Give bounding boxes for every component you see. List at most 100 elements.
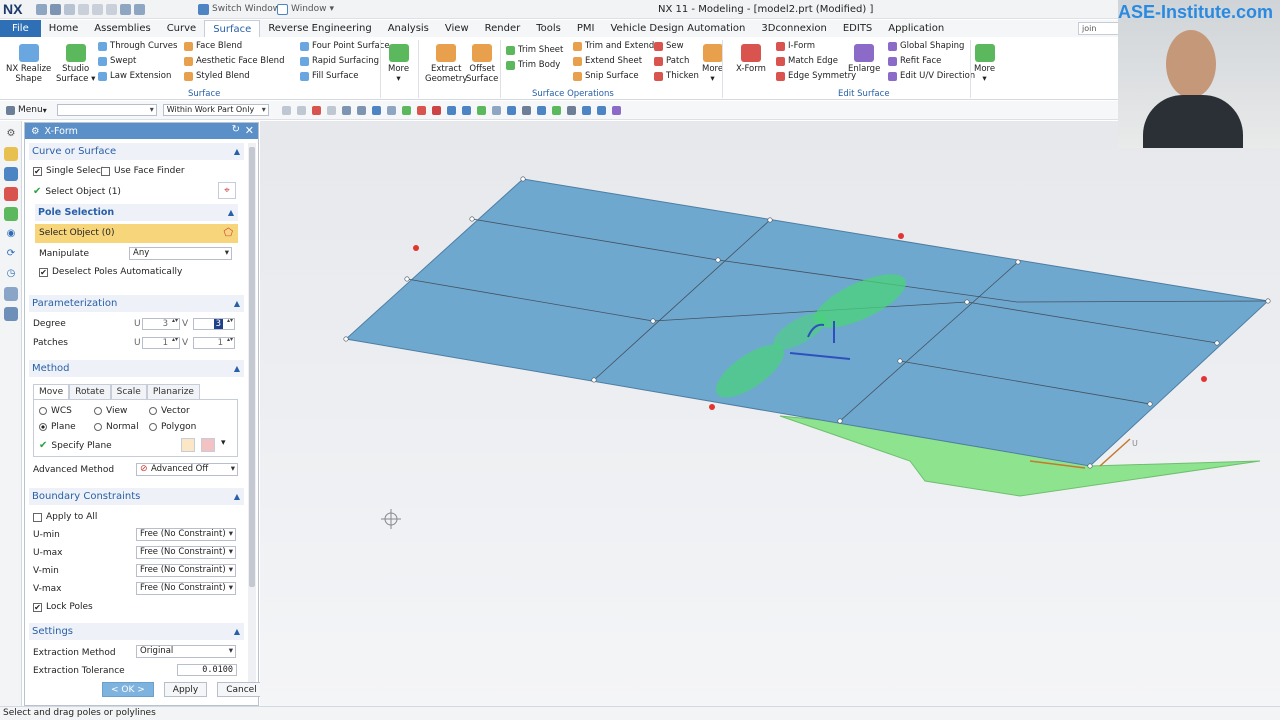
apply-to-all-checkbox[interactable]: Apply to All [33,512,97,522]
touch-mode-icon[interactable] [134,3,145,15]
ribbon-face-blend-button[interactable]: Face Blend [184,41,242,51]
snap-tool-icon[interactable] [386,105,396,115]
tab-assemblies[interactable]: Assemblies [86,20,158,37]
tab-analysis[interactable]: Analysis [380,20,437,37]
tab-pmi[interactable]: PMI [569,20,603,37]
scope-dropdown[interactable]: Within Work Part Only [162,104,269,116]
ribbon-offset-4-button[interactable]: Offset Surface [466,44,498,84]
snap-tool-icon[interactable] [506,105,516,115]
reuse-library-icon[interactable] [4,207,18,221]
snap-tool-icon[interactable] [371,105,381,115]
ribbon-studio-1-button[interactable]: Studio Surface ▾ [56,44,95,84]
snap-tool-icon[interactable] [341,105,351,115]
snap-tool-icon[interactable] [281,105,291,115]
tab-move[interactable]: Move [33,384,70,399]
paste-icon[interactable] [106,3,117,15]
section-curve-or-surface[interactable]: Curve or Surface [29,143,244,160]
extraction-tolerance-input[interactable]: 0.0100 [177,664,237,676]
radio-normal[interactable]: Normal [94,422,139,432]
ribbon-fill-surface-button[interactable]: Fill Surface [300,71,358,81]
section-settings[interactable]: Settings [29,623,244,640]
tab-view[interactable]: View [437,20,477,37]
ribbon-trim-and-extend-button[interactable]: Trim and Extend [573,41,654,51]
snap-tool-icon[interactable] [461,105,471,115]
degree-v-input[interactable]: 3 [193,318,235,330]
section-pole-selection[interactable]: Pole Selection [35,204,238,221]
snap-tool-icon[interactable] [311,105,321,115]
lock-poles-checkbox[interactable]: ✔ Lock Poles [33,602,93,612]
vmin-dropdown[interactable]: Free (No Constraint) [136,564,236,577]
tab-edits[interactable]: EDITS [835,20,880,37]
section-boundary-constraints[interactable]: Boundary Constraints [29,488,244,505]
snap-tool-icon[interactable] [446,105,456,115]
use-face-finder-checkbox[interactable]: Use Face Finder [101,166,185,176]
ribbon-more-8-button[interactable]: More ▾ [974,44,995,84]
ribbon-swept-button[interactable]: Swept [98,56,136,66]
ribbon-thicken-button[interactable]: Thicken [654,71,699,81]
save-icon[interactable] [36,3,47,15]
ribbon-trim-sheet-button[interactable]: Trim Sheet [506,45,563,55]
snap-tool-icon[interactable] [611,105,621,115]
copy-icon[interactable] [92,3,103,15]
select-object-curve[interactable]: ✔ Select Object (1) [33,186,121,197]
radio-polygon[interactable]: Polygon [149,422,196,432]
radio-view[interactable]: View [94,406,127,416]
ribbon-snip-surface-button[interactable]: Snip Surface [573,71,639,81]
ribbon-x-form-6-button[interactable]: X-Form [736,44,766,74]
umax-dropdown[interactable]: Free (No Constraint) [136,546,236,559]
patches-u-input[interactable]: 1 [142,337,180,349]
web-browser-icon[interactable]: ◉ [4,227,18,241]
cut-icon[interactable] [78,3,89,15]
tab-rotate[interactable]: Rotate [69,384,111,399]
ribbon-styled-blend-button[interactable]: Styled Blend [184,71,250,81]
manipulate-dropdown[interactable]: Any [129,247,232,260]
tab-render[interactable]: Render [477,20,529,37]
snap-tool-icon[interactable] [401,105,411,115]
ribbon-aesthetic-face-blend-button[interactable]: Aesthetic Face Blend [184,56,284,66]
advanced-method-dropdown[interactable]: ⊘ Advanced Off [136,463,238,476]
close-icon[interactable]: ✕ [245,124,254,137]
redo-icon[interactable] [64,3,75,15]
command-finder-input[interactable]: join [1078,22,1120,35]
history-icon[interactable]: ⟳ [4,247,18,261]
ribbon-global-shaping-button[interactable]: Global Shaping [888,41,964,51]
snap-tool-icon[interactable] [536,105,546,115]
snap-tool-icon[interactable] [581,105,591,115]
tab-3dconnexion[interactable]: 3Dconnexion [753,20,834,37]
ribbon-more-2-button[interactable]: More ▾ [388,44,409,84]
dialog-gear-icon[interactable]: ⚙ [31,126,40,137]
section-parameterization[interactable]: Parameterization [29,295,244,312]
tab-file[interactable]: File [0,20,41,37]
part-navigator-icon[interactable] [4,147,18,161]
ribbon-edge-symmetry-button[interactable]: Edge Symmetry [776,71,856,81]
snap-tool-icon[interactable] [296,105,306,115]
ribbon-i-form-button[interactable]: I-Form [776,41,815,51]
ribbon-patch-button[interactable]: Patch [654,56,689,66]
undo-icon[interactable] [50,3,61,15]
tab-curve[interactable]: Curve [159,20,205,37]
ribbon-nx-realize-0-button[interactable]: NX Realize Shape [6,44,51,84]
degree-u-input[interactable]: 3 [142,318,180,330]
ribbon-enlarge-7-button[interactable]: Enlarge [848,44,880,74]
ribbon-law-extension-button[interactable]: Law Extension [98,71,171,81]
tab-planarize[interactable]: Planarize [146,384,200,399]
apply-button[interactable]: Apply [163,682,208,697]
assembly-navigator-icon[interactable] [4,167,18,181]
window-button[interactable]: Window ▾ [277,3,334,15]
clock-icon[interactable]: ◷ [4,267,18,281]
ok-button[interactable]: < OK > [102,682,154,697]
single-select-checkbox[interactable]: ✔ Single Select [33,166,104,176]
snap-tool-icon[interactable] [356,105,366,115]
tab-tools[interactable]: Tools [528,20,569,37]
ribbon-more-5-button[interactable]: More ▾ [702,44,723,84]
ribbon-rapid-surfacing-button[interactable]: Rapid Surfacing [300,56,379,66]
extraction-method-dropdown[interactable]: Original [136,645,236,658]
plane-inferred-icon[interactable] [201,438,215,452]
umin-dropdown[interactable]: Free (No Constraint) [136,528,236,541]
tab-application[interactable]: Application [880,20,952,37]
repeat-command-icon[interactable] [120,3,131,15]
settings-icon[interactable]: ⚙ [4,127,18,141]
radio-plane[interactable]: Plane [39,422,76,432]
roles-icon[interactable] [4,307,18,321]
snap-tool-icon[interactable] [521,105,531,115]
